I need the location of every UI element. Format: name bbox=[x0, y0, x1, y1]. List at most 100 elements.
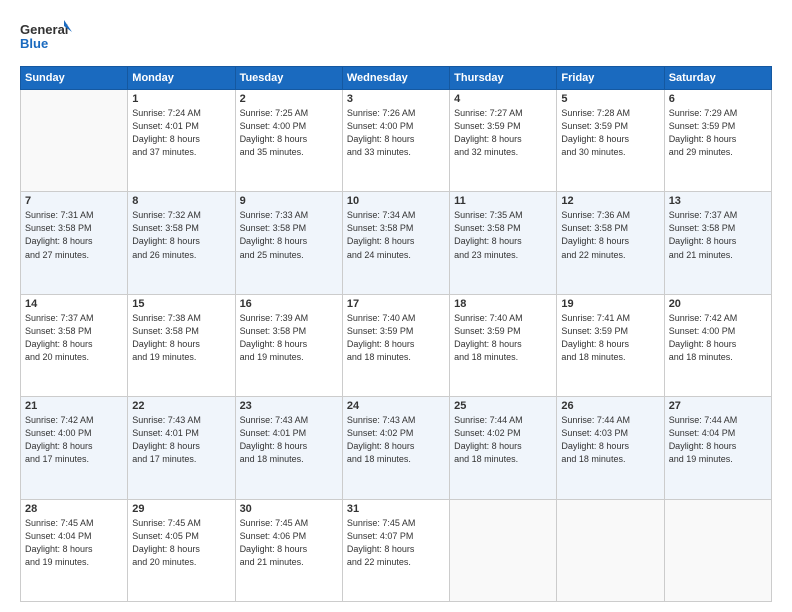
logo-svg: General Blue bbox=[20, 18, 72, 56]
calendar-cell bbox=[557, 499, 664, 601]
day-info: Sunrise: 7:32 AMSunset: 3:58 PMDaylight:… bbox=[132, 209, 230, 261]
calendar-cell: 12 Sunrise: 7:36 AMSunset: 3:58 PMDayligh… bbox=[557, 192, 664, 294]
day-info: Sunrise: 7:26 AMSunset: 4:00 PMDaylight:… bbox=[347, 107, 445, 159]
day-number: 17 bbox=[347, 298, 445, 310]
calendar-cell bbox=[450, 499, 557, 601]
day-number: 28 bbox=[25, 503, 123, 515]
calendar-header-tuesday: Tuesday bbox=[235, 67, 342, 90]
calendar-cell: 29Sunrise: 7:45 AMSunset: 4:05 PMDayligh… bbox=[128, 499, 235, 601]
day-number: 11 bbox=[454, 195, 552, 207]
day-info: Sunrise: 7:44 AMSunset: 4:03 PMDaylight:… bbox=[561, 414, 659, 466]
day-info: Sunrise: 7:38 AMSunset: 3:58 PMDaylight:… bbox=[132, 312, 230, 364]
calendar-cell: 18Sunrise: 7:40 AMSunset: 3:59 PMDayligh… bbox=[450, 294, 557, 396]
calendar-week-2: 7 Sunrise: 7:31 AMSunset: 3:58 PMDaylight… bbox=[21, 192, 772, 294]
calendar-cell: 26 Sunrise: 7:44 AMSunset: 4:03 PMDayligh… bbox=[557, 397, 664, 499]
day-info: Sunrise: 7:29 AMSunset: 3:59 PMDaylight:… bbox=[669, 107, 767, 159]
calendar-header-row: SundayMondayTuesdayWednesdayThursdayFrid… bbox=[21, 67, 772, 90]
header: General Blue bbox=[20, 18, 772, 56]
calendar-cell: 4 Sunrise: 7:27 AMSunset: 3:59 PMDaylight… bbox=[450, 90, 557, 192]
calendar-header-saturday: Saturday bbox=[664, 67, 771, 90]
day-number: 20 bbox=[669, 298, 767, 310]
calendar-cell: 6 Sunrise: 7:29 AMSunset: 3:59 PMDaylight… bbox=[664, 90, 771, 192]
svg-text:Blue: Blue bbox=[20, 36, 48, 51]
day-number: 21 bbox=[25, 400, 123, 412]
day-info: Sunrise: 7:45 AMSunset: 4:06 PMDaylight:… bbox=[240, 517, 338, 569]
calendar-cell: 20 Sunrise: 7:42 AMSunset: 4:00 PMDayligh… bbox=[664, 294, 771, 396]
calendar-cell: 23 Sunrise: 7:43 AMSunset: 4:01 PMDayligh… bbox=[235, 397, 342, 499]
day-number: 15 bbox=[132, 298, 230, 310]
calendar-week-4: 21 Sunrise: 7:42 AMSunset: 4:00 PMDayligh… bbox=[21, 397, 772, 499]
day-number: 4 bbox=[454, 93, 552, 105]
calendar-cell: 5Sunrise: 7:28 AMSunset: 3:59 PMDaylight… bbox=[557, 90, 664, 192]
day-number: 26 bbox=[561, 400, 659, 412]
day-number: 22 bbox=[132, 400, 230, 412]
day-number: 1 bbox=[132, 93, 230, 105]
day-number: 30 bbox=[240, 503, 338, 515]
calendar-cell: 1Sunrise: 7:24 AMSunset: 4:01 PMDaylight… bbox=[128, 90, 235, 192]
calendar-cell: 15 Sunrise: 7:38 AMSunset: 3:58 PMDayligh… bbox=[128, 294, 235, 396]
day-info: Sunrise: 7:37 AMSunset: 3:58 PMDaylight:… bbox=[669, 209, 767, 261]
day-number: 13 bbox=[669, 195, 767, 207]
calendar-cell: 16 Sunrise: 7:39 AMSunset: 3:58 PMDayligh… bbox=[235, 294, 342, 396]
day-info: Sunrise: 7:45 AMSunset: 4:04 PMDaylight:… bbox=[25, 517, 123, 569]
calendar-week-5: 28 Sunrise: 7:45 AMSunset: 4:04 PMDayligh… bbox=[21, 499, 772, 601]
day-info: Sunrise: 7:39 AMSunset: 3:58 PMDaylight:… bbox=[240, 312, 338, 364]
calendar-cell: 2Sunrise: 7:25 AMSunset: 4:00 PMDaylight… bbox=[235, 90, 342, 192]
day-info: Sunrise: 7:42 AMSunset: 4:00 PMDaylight:… bbox=[25, 414, 123, 466]
day-number: 31 bbox=[347, 503, 445, 515]
day-info: Sunrise: 7:27 AMSunset: 3:59 PMDaylight:… bbox=[454, 107, 552, 159]
day-info: Sunrise: 7:25 AMSunset: 4:00 PMDaylight:… bbox=[240, 107, 338, 159]
day-number: 3 bbox=[347, 93, 445, 105]
day-number: 27 bbox=[669, 400, 767, 412]
calendar-cell: 31 Sunrise: 7:45 AMSunset: 4:07 PMDayligh… bbox=[342, 499, 449, 601]
day-number: 12 bbox=[561, 195, 659, 207]
calendar-week-3: 14Sunrise: 7:37 AMSunset: 3:58 PMDayligh… bbox=[21, 294, 772, 396]
day-number: 8 bbox=[132, 195, 230, 207]
day-number: 7 bbox=[25, 195, 123, 207]
calendar-cell: 30 Sunrise: 7:45 AMSunset: 4:06 PMDayligh… bbox=[235, 499, 342, 601]
day-info: Sunrise: 7:34 AMSunset: 3:58 PMDaylight:… bbox=[347, 209, 445, 261]
calendar-week-1: 1Sunrise: 7:24 AMSunset: 4:01 PMDaylight… bbox=[21, 90, 772, 192]
calendar-cell: 17Sunrise: 7:40 AMSunset: 3:59 PMDayligh… bbox=[342, 294, 449, 396]
day-info: Sunrise: 7:43 AMSunset: 4:01 PMDaylight:… bbox=[240, 414, 338, 466]
day-info: Sunrise: 7:43 AMSunset: 4:01 PMDaylight:… bbox=[132, 414, 230, 466]
day-number: 5 bbox=[561, 93, 659, 105]
calendar-header-friday: Friday bbox=[557, 67, 664, 90]
day-info: Sunrise: 7:33 AMSunset: 3:58 PMDaylight:… bbox=[240, 209, 338, 261]
calendar-cell: 9 Sunrise: 7:33 AMSunset: 3:58 PMDaylight… bbox=[235, 192, 342, 294]
calendar-table: SundayMondayTuesdayWednesdayThursdayFrid… bbox=[20, 66, 772, 602]
day-number: 16 bbox=[240, 298, 338, 310]
calendar-cell: 22 Sunrise: 7:43 AMSunset: 4:01 PMDayligh… bbox=[128, 397, 235, 499]
day-number: 14 bbox=[25, 298, 123, 310]
day-number: 25 bbox=[454, 400, 552, 412]
day-info: Sunrise: 7:45 AMSunset: 4:07 PMDaylight:… bbox=[347, 517, 445, 569]
day-number: 29 bbox=[132, 503, 230, 515]
day-number: 24 bbox=[347, 400, 445, 412]
calendar-cell: 28 Sunrise: 7:45 AMSunset: 4:04 PMDayligh… bbox=[21, 499, 128, 601]
logo: General Blue bbox=[20, 18, 72, 56]
day-number: 10 bbox=[347, 195, 445, 207]
day-info: Sunrise: 7:31 AMSunset: 3:58 PMDaylight:… bbox=[25, 209, 123, 261]
day-info: Sunrise: 7:36 AMSunset: 3:58 PMDaylight:… bbox=[561, 209, 659, 261]
calendar-cell: 11 Sunrise: 7:35 AMSunset: 3:58 PMDayligh… bbox=[450, 192, 557, 294]
day-number: 9 bbox=[240, 195, 338, 207]
day-info: Sunrise: 7:44 AMSunset: 4:02 PMDaylight:… bbox=[454, 414, 552, 466]
calendar-header-thursday: Thursday bbox=[450, 67, 557, 90]
calendar-header-monday: Monday bbox=[128, 67, 235, 90]
calendar-cell: 27 Sunrise: 7:44 AMSunset: 4:04 PMDayligh… bbox=[664, 397, 771, 499]
day-number: 19 bbox=[561, 298, 659, 310]
day-info: Sunrise: 7:41 AMSunset: 3:59 PMDaylight:… bbox=[561, 312, 659, 364]
day-info: Sunrise: 7:35 AMSunset: 3:58 PMDaylight:… bbox=[454, 209, 552, 261]
day-number: 6 bbox=[669, 93, 767, 105]
svg-text:General: General bbox=[20, 22, 68, 37]
calendar-header-sunday: Sunday bbox=[21, 67, 128, 90]
day-info: Sunrise: 7:43 AMSunset: 4:02 PMDaylight:… bbox=[347, 414, 445, 466]
day-info: Sunrise: 7:42 AMSunset: 4:00 PMDaylight:… bbox=[669, 312, 767, 364]
day-number: 23 bbox=[240, 400, 338, 412]
day-number: 18 bbox=[454, 298, 552, 310]
calendar-cell: 25 Sunrise: 7:44 AMSunset: 4:02 PMDayligh… bbox=[450, 397, 557, 499]
calendar-cell: 10 Sunrise: 7:34 AMSunset: 3:58 PMDayligh… bbox=[342, 192, 449, 294]
day-info: Sunrise: 7:44 AMSunset: 4:04 PMDaylight:… bbox=[669, 414, 767, 466]
calendar-cell: 24 Sunrise: 7:43 AMSunset: 4:02 PMDayligh… bbox=[342, 397, 449, 499]
calendar-header-wednesday: Wednesday bbox=[342, 67, 449, 90]
